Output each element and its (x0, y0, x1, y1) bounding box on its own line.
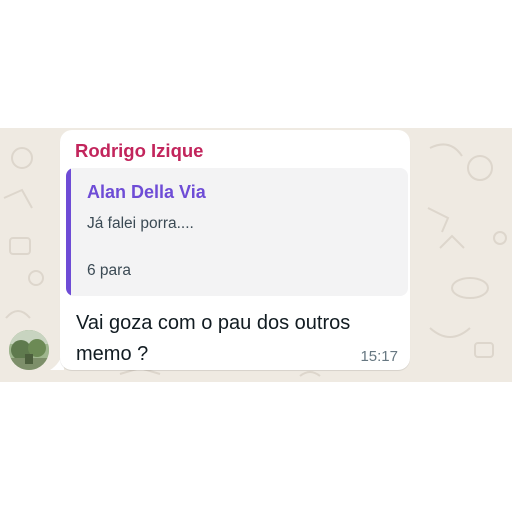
avatar-photo-icon (9, 330, 49, 370)
message-text: Vai goza com o pau dos outros memo ? (76, 308, 406, 370)
message-bubble[interactable]: Rodrigo Izique Alan Della Via Já falei p… (60, 130, 410, 370)
quoted-text: Já falei porra.... (87, 215, 194, 232)
message-line-1: Vai goza com o pau dos outros (76, 312, 351, 334)
sender-name[interactable]: Rodrigo Izique (75, 140, 203, 162)
chat-area: Rodrigo Izique Alan Della Via Já falei p… (0, 128, 512, 382)
message-line-2: memo ? (76, 343, 149, 365)
quoted-meta: 6 para (87, 262, 131, 279)
avatar[interactable] (9, 330, 49, 370)
quoted-message[interactable]: Alan Della Via Já falei porra.... 6 para (66, 168, 408, 296)
quote-accent-bar (66, 168, 71, 296)
quoted-author: Alan Della Via (87, 182, 206, 202)
message-timestamp: 15:17 (360, 348, 398, 365)
